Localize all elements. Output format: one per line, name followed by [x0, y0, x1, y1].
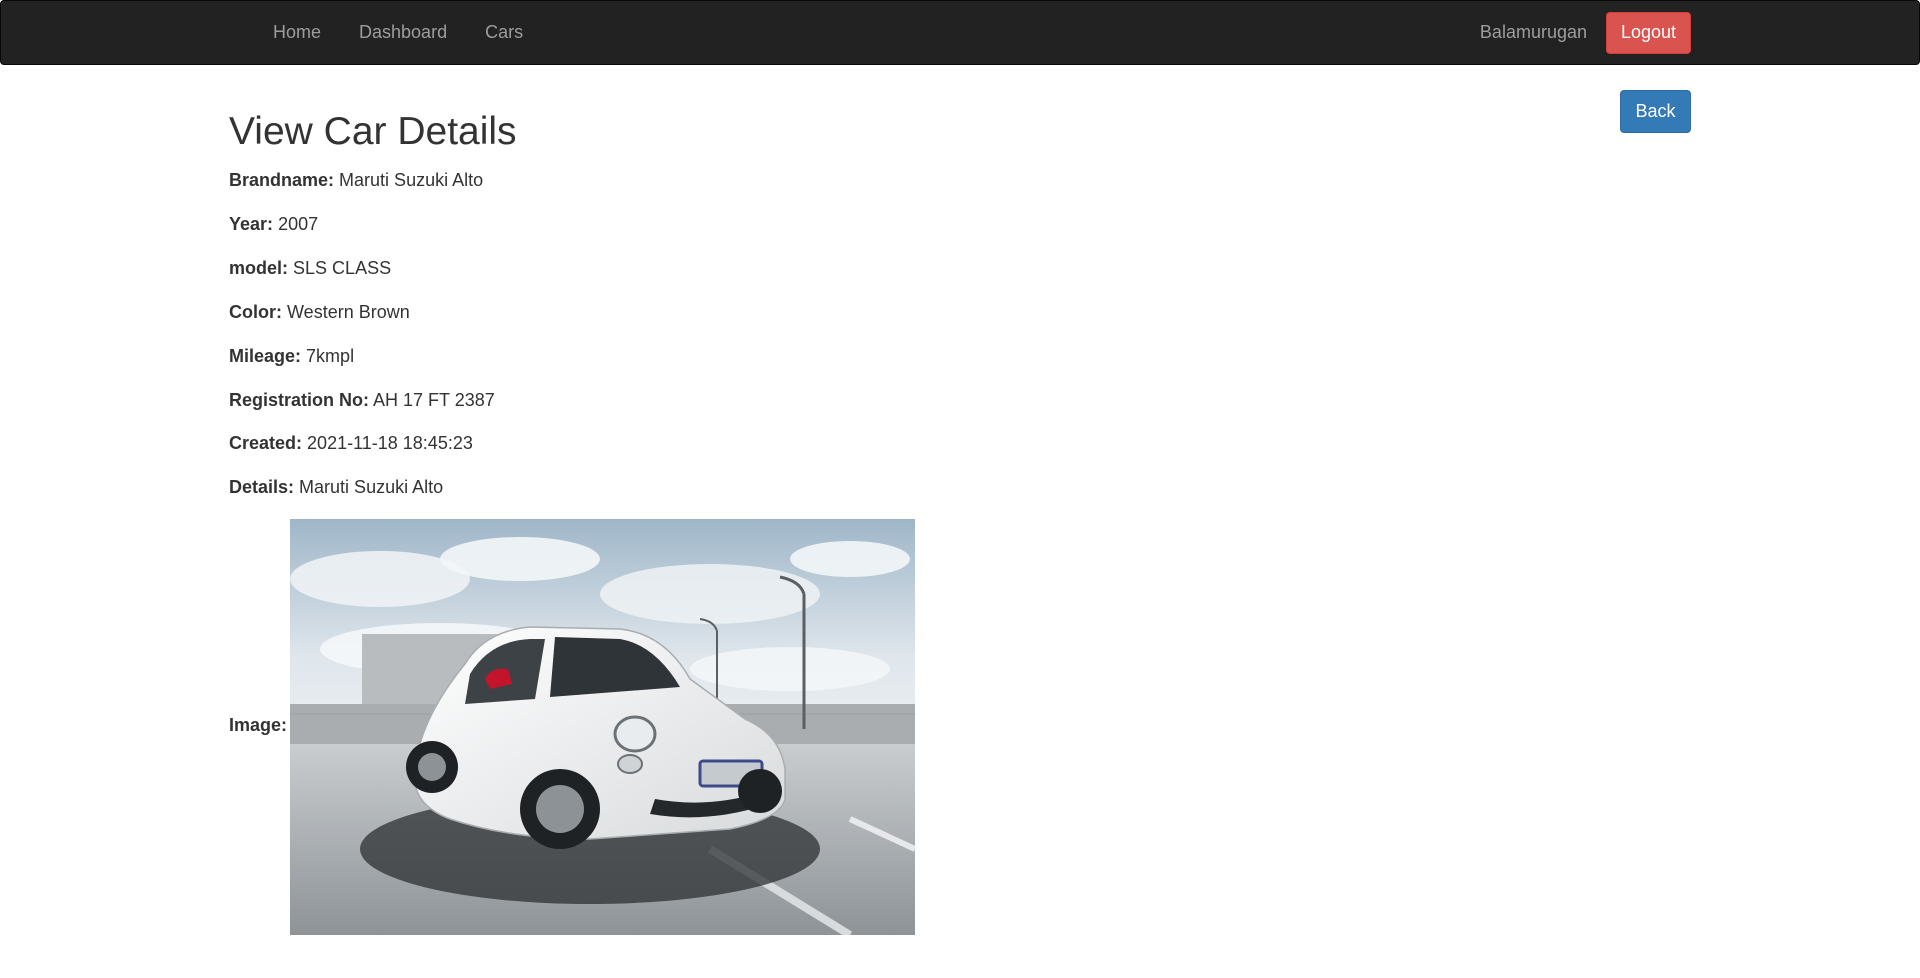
nav-user-area: Balamurugan Logout — [1480, 1, 1691, 64]
detail-label: model: — [229, 258, 289, 278]
logout-button[interactable]: Logout — [1606, 11, 1691, 54]
detail-label: Year: — [229, 214, 274, 234]
detail-model: model: SLS CLASS — [229, 258, 391, 279]
detail-label: Mileage: — [229, 346, 302, 366]
nav-link-dashboard[interactable]: Dashboard — [340, 22, 466, 43]
detail-created: Created: 2021-11-18 18:45:23 — [229, 433, 473, 454]
nav-link-home[interactable]: Home — [254, 22, 340, 43]
detail-year: Year: 2007 — [229, 214, 318, 235]
car-photo-illustration — [290, 519, 915, 935]
detail-label: Details: — [229, 477, 295, 497]
detail-mileage: Mileage: 7kmpl — [229, 346, 354, 367]
top-navbar: Home Dashboard Cars Balamurugan Logout — [0, 0, 1920, 65]
detail-label: Brandname: — [229, 170, 335, 190]
detail-color: Color: Western Brown — [229, 302, 410, 323]
nav-link-cars[interactable]: Cars — [466, 22, 542, 43]
back-button[interactable]: Back — [1620, 90, 1691, 133]
detail-label: Registration No: — [229, 390, 370, 410]
detail-brandname: Brandname: Maruti Suzuki Alto — [229, 170, 483, 191]
detail-label: Color: — [229, 302, 282, 322]
detail-value: Western Brown — [287, 302, 410, 322]
page-title: View Car Details — [229, 110, 517, 153]
detail-value: Maruti Suzuki Alto — [299, 477, 444, 497]
detail-value: SLS CLASS — [293, 258, 392, 278]
image-label: Image: — [229, 715, 288, 735]
detail-details: Details: Maruti Suzuki Alto — [229, 477, 443, 498]
nav-links: Home Dashboard Cars — [254, 1, 542, 64]
detail-label: Created: — [229, 433, 303, 453]
car-photo — [290, 519, 915, 935]
detail-value: 2007 — [278, 214, 319, 234]
detail-value: 7kmpl — [306, 346, 355, 366]
detail-value: AH 17 FT 2387 — [373, 390, 495, 410]
detail-registration: Registration No: AH 17 FT 2387 — [229, 390, 495, 411]
detail-value: 2021-11-18 18:45:23 — [307, 433, 473, 453]
username-label: Balamurugan — [1479, 22, 1587, 42]
detail-value: Maruti Suzuki Alto — [339, 170, 484, 190]
